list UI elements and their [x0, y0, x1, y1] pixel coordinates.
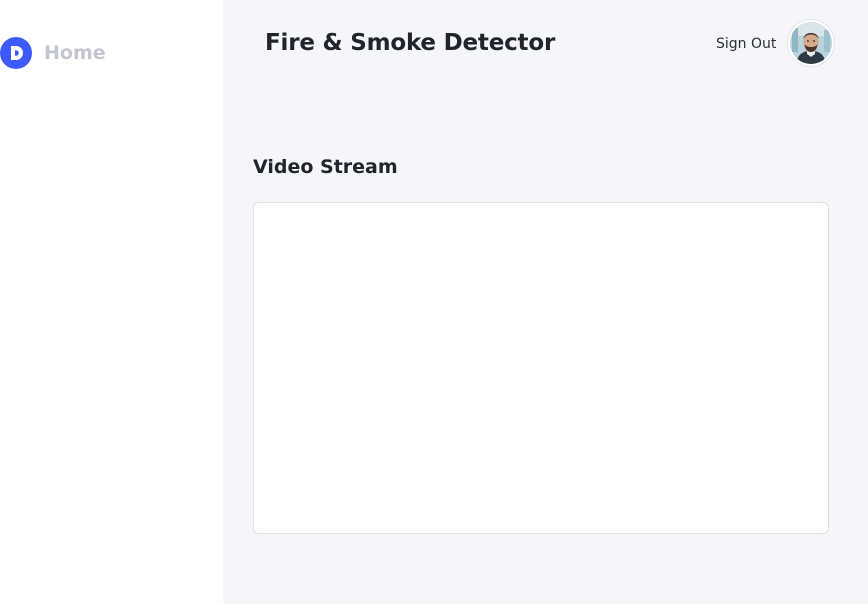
main-content: Fire & Smoke Detector Sign Out Video Str… [223, 0, 868, 604]
user-avatar-icon [790, 22, 832, 64]
sidebar-item-label: Home [44, 42, 106, 64]
avatar[interactable] [787, 19, 835, 67]
section-title-video-stream: Video Stream [253, 156, 398, 178]
sign-out-link[interactable]: Sign Out [716, 36, 776, 52]
logo-d-icon [0, 37, 32, 69]
video-stream-panel [253, 202, 829, 534]
sidebar-item-home[interactable]: Home [0, 37, 106, 69]
sidebar: Home [0, 0, 223, 604]
page-title: Fire & Smoke Detector [265, 30, 556, 56]
